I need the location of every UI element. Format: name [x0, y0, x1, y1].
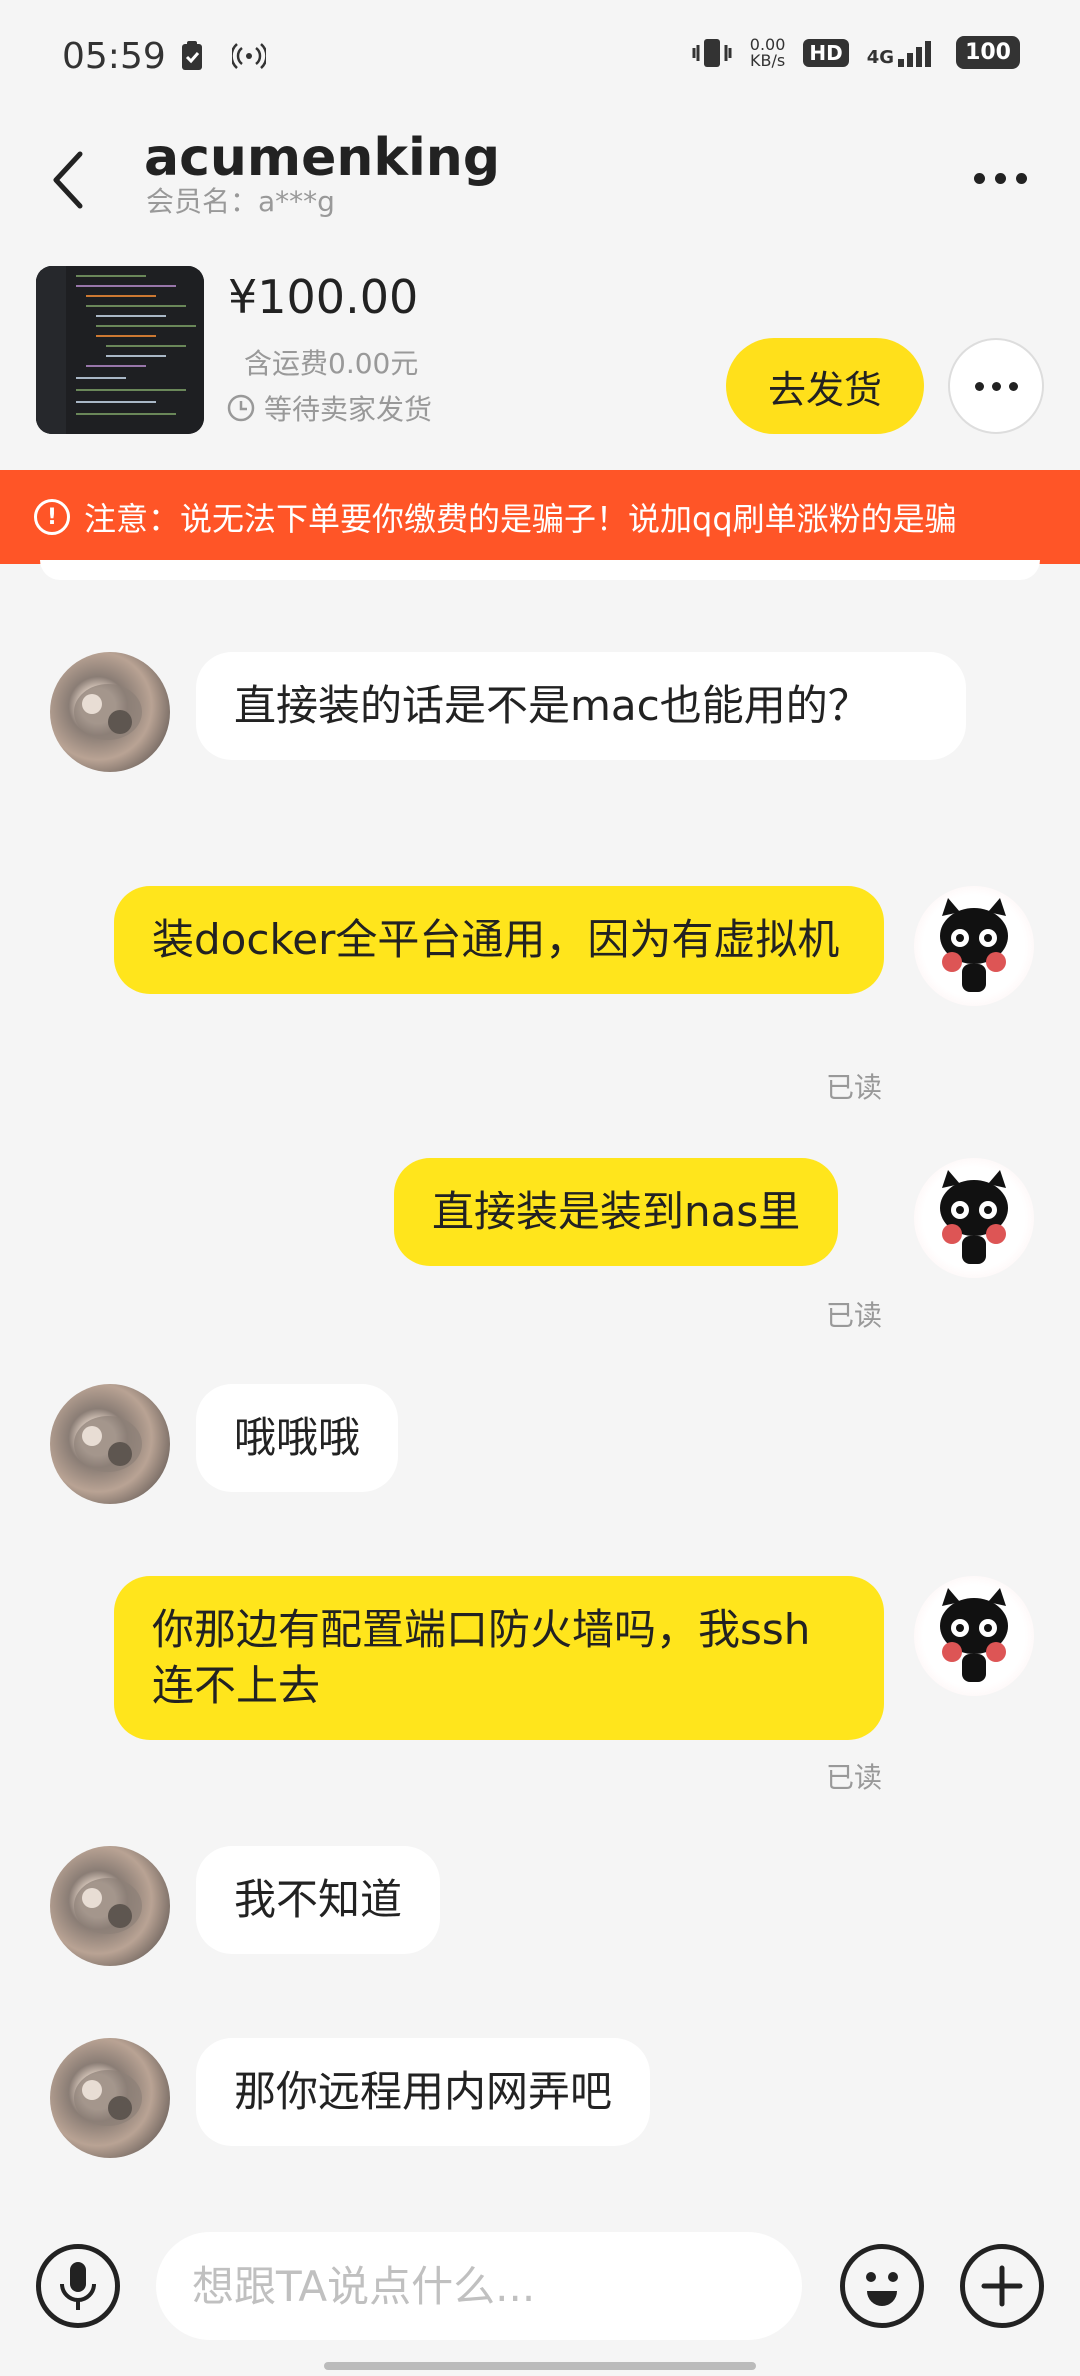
- emoji-button[interactable]: [840, 2244, 924, 2328]
- product-thumbnail[interactable]: [36, 266, 204, 434]
- warning-icon: !: [34, 499, 70, 535]
- contact-avatar[interactable]: [50, 1846, 170, 1966]
- cat-mascot-icon: [940, 1170, 1008, 1264]
- battery-indicator: 100: [956, 36, 1020, 69]
- member-name: 会员名：a***g: [146, 185, 335, 218]
- code-screenshot-image: [36, 266, 204, 434]
- contact-avatar[interactable]: [50, 2038, 170, 2158]
- status-time: 05:59: [62, 36, 166, 77]
- my-avatar[interactable]: [914, 1158, 1034, 1278]
- status-bar: 05:59 0.00 KB/s HD 4G 100: [0, 0, 1080, 118]
- read-receipt: 已读: [826, 1299, 883, 1332]
- warning-banner: ! 注意：说无法下单要你缴费的是骗子！说加qq刷单涨粉的是骗: [0, 470, 1080, 564]
- message-bubble[interactable]: 那你远程用内网弄吧: [196, 2038, 651, 2146]
- contact-name: acumenking: [144, 128, 501, 188]
- message-bubble[interactable]: 你那边有配置端口防火墙吗，我ssh连不上去: [114, 1576, 884, 1740]
- message-bubble[interactable]: 直接装是装到nas里: [394, 1158, 839, 1266]
- plus-icon: [981, 2265, 1023, 2307]
- product-price: ¥100.00: [228, 270, 419, 324]
- contact-avatar[interactable]: [50, 652, 170, 772]
- microphone-icon: [60, 2262, 96, 2310]
- chat-header: acumenking 会员名：a***g: [0, 118, 1080, 238]
- more-icon: [974, 381, 984, 391]
- message-bubble[interactable]: 装docker全平台通用，因为有虚拟机: [114, 886, 884, 994]
- home-indicator[interactable]: [324, 2362, 756, 2370]
- speed-unit: KB/s: [749, 50, 786, 70]
- message-input[interactable]: [156, 2232, 802, 2340]
- shipping-fee: 含运费0.00元: [244, 347, 419, 380]
- message-bubble[interactable]: 我不知道: [196, 1846, 441, 1954]
- network-speed: 0.00 KB/s: [749, 36, 786, 70]
- back-button[interactable]: [38, 134, 98, 226]
- product-card[interactable]: ¥100.00 含运费0.00元 等待卖家发货 去发货: [0, 250, 1080, 470]
- my-avatar[interactable]: [914, 886, 1034, 1006]
- voice-button[interactable]: [36, 2244, 120, 2328]
- plus-button[interactable]: [960, 2244, 1044, 2328]
- contact-avatar[interactable]: [50, 1384, 170, 1504]
- my-avatar[interactable]: [914, 1576, 1034, 1696]
- read-receipt: 已读: [826, 1761, 883, 1794]
- message-bubble[interactable]: 直接装的话是不是mac也能用的？: [196, 652, 966, 760]
- hotspot-icon: [232, 43, 266, 69]
- signal-icon: [898, 40, 932, 67]
- status-left-icons: [180, 40, 266, 72]
- back-arrow-icon: [53, 151, 83, 209]
- chat-screen: 05:59 0.00 KB/s HD 4G 100 acumenking 会员名…: [0, 0, 1080, 2376]
- read-receipt: 已读: [826, 1071, 883, 1104]
- order-status-text: 等待卖家发货: [264, 393, 433, 426]
- emoji-icon: [866, 2272, 898, 2306]
- product-more-button[interactable]: [948, 338, 1044, 434]
- ship-button[interactable]: 去发货: [726, 338, 924, 434]
- order-status: 等待卖家发货: [226, 388, 432, 428]
- clock-icon: [227, 394, 255, 422]
- hd-badge: HD: [803, 38, 849, 67]
- warning-text: 注意：说无法下单要你缴费的是骗子！说加qq刷单涨粉的是骗: [84, 500, 957, 538]
- status-right-icons: 0.00 KB/s HD 4G 100: [692, 36, 1020, 69]
- cat-mascot-icon: [940, 1588, 1008, 1682]
- network-type: 4G: [866, 46, 895, 68]
- signal-group: 4G: [867, 39, 938, 67]
- more-options-button[interactable]: [960, 148, 1040, 208]
- previous-message-edge: [40, 560, 1040, 580]
- vibrate-icon: [692, 38, 732, 67]
- cat-mascot-icon: [940, 898, 1008, 992]
- more-icon: [973, 172, 985, 184]
- message-bubble[interactable]: 哦哦哦: [196, 1384, 399, 1492]
- input-bar: [0, 2224, 1080, 2348]
- clipboard-icon: [182, 41, 202, 70]
